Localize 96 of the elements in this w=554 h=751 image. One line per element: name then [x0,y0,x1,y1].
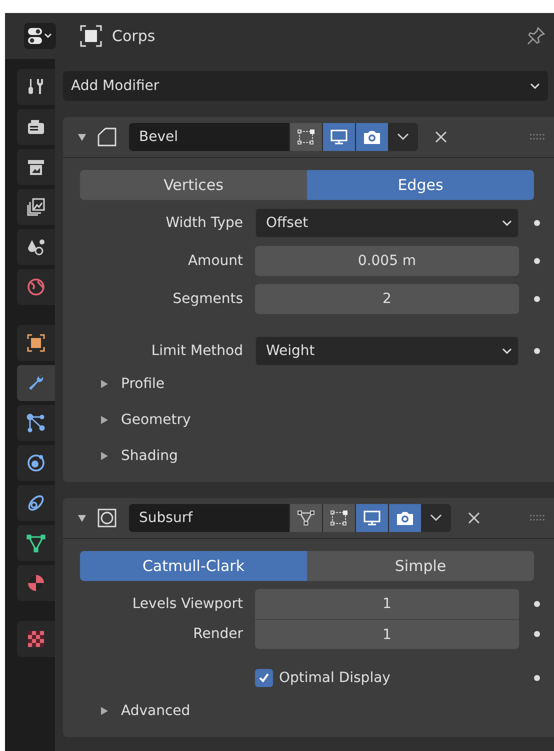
properties-tab[interactable] [17,189,55,225]
dropdown-field[interactable]: Offset [255,208,519,238]
properties-tab[interactable] [17,229,55,265]
add-modifier-dropdown[interactable]: Add Modifier [63,71,548,101]
texture-icon [26,629,46,649]
field-label: Levels Viewport [131,596,244,612]
properties-tab[interactable] [17,365,55,401]
viewport-toggle[interactable] [323,123,355,151]
view-layer-icon [26,197,46,217]
pin-icon[interactable] [526,26,546,46]
subpanel-header[interactable]: Profile [80,366,542,402]
checkmark-icon [258,672,270,684]
bevel-icon [97,127,117,147]
properties-tab[interactable] [17,485,55,521]
disclosure-triangle-icon [99,451,109,461]
number-field[interactable]: 1 [255,619,519,649]
mesh-icon [26,533,46,553]
mode-tab[interactable]: Vertices [80,170,307,200]
field-label: Amount [186,253,244,269]
modifier-name-field[interactable]: Bevel [129,123,289,151]
keyframe-dot-icon[interactable] [534,675,540,681]
constraints-icon [26,493,46,513]
square-vertices-icon [297,129,315,145]
square-vertices-icon [330,510,348,526]
subpanel-header[interactable]: Advanced [80,693,542,729]
checkbox-label[interactable]: Optimal Display [255,669,519,687]
number-field[interactable]: 1 [255,589,519,619]
dropdown-field[interactable]: Weight [255,336,519,366]
on-cage-toggle[interactable] [290,504,322,532]
properties-tab[interactable] [17,325,55,361]
number-field[interactable]: 2 [255,284,519,314]
disclosure-triangle-icon[interactable] [77,513,87,523]
keyframe-dot-icon[interactable] [534,220,540,226]
output-icon [26,157,46,177]
properties-tab[interactable] [17,109,55,145]
mode-tab[interactable]: Simple [307,551,534,581]
keyframe-dot-icon[interactable] [534,296,540,302]
chevron-down-icon [502,220,512,226]
monitor-icon [330,129,348,145]
physics-icon [26,453,46,473]
disclosure-triangle-icon [99,706,109,716]
subpanel-header[interactable]: Shading [80,438,542,474]
properties-tab[interactable] [17,525,55,561]
modifier-name-field[interactable]: Subsurf [129,504,289,532]
chevron-down-icon [397,133,409,141]
properties-tab[interactable] [17,69,55,105]
drag-handle-icon[interactable] [530,133,546,141]
disclosure-triangle-icon [99,415,109,425]
properties-tab[interactable] [17,405,55,441]
circle-in-square-icon [97,508,117,528]
tool-icon [26,77,46,97]
render-toggle[interactable] [389,504,421,532]
properties-tab[interactable] [17,565,55,601]
drag-handle-icon[interactable] [530,514,546,522]
field-label: Segments [172,291,244,307]
object-icon [80,25,102,47]
object-icon [26,333,46,353]
keyframe-dot-icon[interactable] [534,258,540,264]
number-field[interactable]: 0.005 m [255,246,519,276]
chevron-down-icon [530,82,540,90]
viewport-toggle[interactable] [356,504,388,532]
chevron-down-icon [430,514,442,522]
render-toggle[interactable] [356,123,388,151]
object-name: Corps [112,27,156,45]
edit-mode-toggle[interactable] [323,504,355,532]
checkbox[interactable] [255,669,273,687]
monitor-icon [363,510,381,526]
toggle-icon [27,27,53,45]
field-label: Limit Method [150,343,244,359]
chevron-down-icon [502,348,512,354]
keyframe-dot-icon[interactable] [534,631,540,637]
properties-tab[interactable] [17,621,55,657]
field-label: Width Type [164,215,244,231]
close-icon[interactable] [467,511,481,525]
disclosure-triangle-icon[interactable] [77,132,87,142]
keyframe-dot-icon[interactable] [534,601,540,607]
render-icon [26,117,46,137]
close-icon[interactable] [434,130,448,144]
properties-tab[interactable] [17,445,55,481]
particles-icon [26,413,46,433]
camera-icon [363,129,381,145]
edit-mode-toggle[interactable] [290,123,322,151]
properties-tab[interactable] [17,149,55,185]
scene-icon [26,237,46,257]
editor-type-button[interactable] [24,23,56,49]
world-icon [26,277,46,297]
keyframe-dot-icon[interactable] [534,348,540,354]
material-icon [26,573,46,593]
mode-tab[interactable]: Catmull-Clark [80,551,307,581]
triangle-vertices-icon [297,510,315,526]
mode-tab[interactable]: Edges [307,170,534,200]
properties-tab[interactable] [17,269,55,305]
subpanel-header[interactable]: Geometry [80,402,542,438]
camera-icon [396,510,414,526]
disclosure-triangle-icon [99,379,109,389]
field-label: Render [192,626,244,642]
